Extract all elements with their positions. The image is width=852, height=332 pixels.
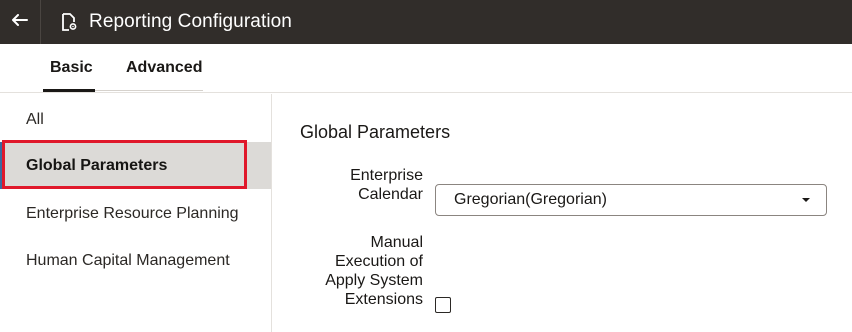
tab-divider <box>95 90 203 91</box>
page-title: Reporting Configuration <box>89 11 292 32</box>
title-bar: Reporting Configuration <box>0 0 852 44</box>
tab-basic[interactable]: Basic <box>50 44 93 92</box>
sidebar: All Global Parameters Enterprise Resourc… <box>0 94 272 332</box>
chevron-down-icon <box>802 198 810 202</box>
label-line: Apply System <box>325 272 423 289</box>
back-button[interactable] <box>0 0 41 44</box>
manual-execution-checkbox[interactable] <box>435 297 451 313</box>
label-line: Extensions <box>344 291 423 308</box>
selected-item-accent <box>0 142 3 189</box>
sidebar-item-erp[interactable]: Enterprise Resource Planning <box>0 190 271 237</box>
tab-bar: Basic Advanced <box>0 44 852 93</box>
select-value: Gregorian(Gregorian) <box>454 191 607 208</box>
arrow-left-icon <box>12 13 28 31</box>
selected-tab-indicator <box>43 89 95 92</box>
sidebar-item-hcm[interactable]: Human Capital Management <box>0 237 271 284</box>
document-settings-icon <box>61 13 77 31</box>
section-title: Global Parameters <box>300 122 451 142</box>
label-line: Calendar <box>358 186 423 203</box>
manual-execution-label: Manual Execution of Apply System Extensi… <box>325 233 423 309</box>
sidebar-item-global-parameters[interactable]: Global Parameters <box>0 142 271 189</box>
label-line: Enterprise <box>350 167 423 184</box>
enterprise-calendar-label: Enterprise Calendar <box>350 166 423 204</box>
sidebar-item-all[interactable]: All <box>0 96 271 143</box>
label-line: Execution of <box>334 253 423 270</box>
label-line: Manual <box>370 234 423 251</box>
enterprise-calendar-select[interactable]: Gregorian(Gregorian) <box>435 184 827 216</box>
tab-advanced[interactable]: Advanced <box>126 44 202 92</box>
